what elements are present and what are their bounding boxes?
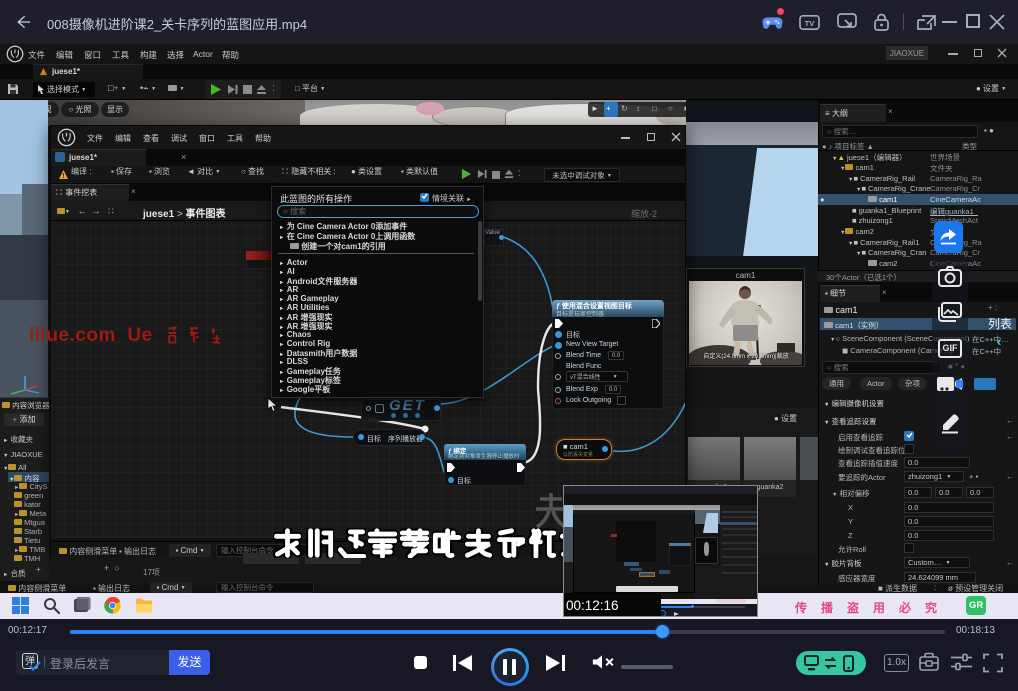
svg-text:!: ! <box>62 173 64 180</box>
svg-text:TV: TV <box>805 19 816 28</box>
